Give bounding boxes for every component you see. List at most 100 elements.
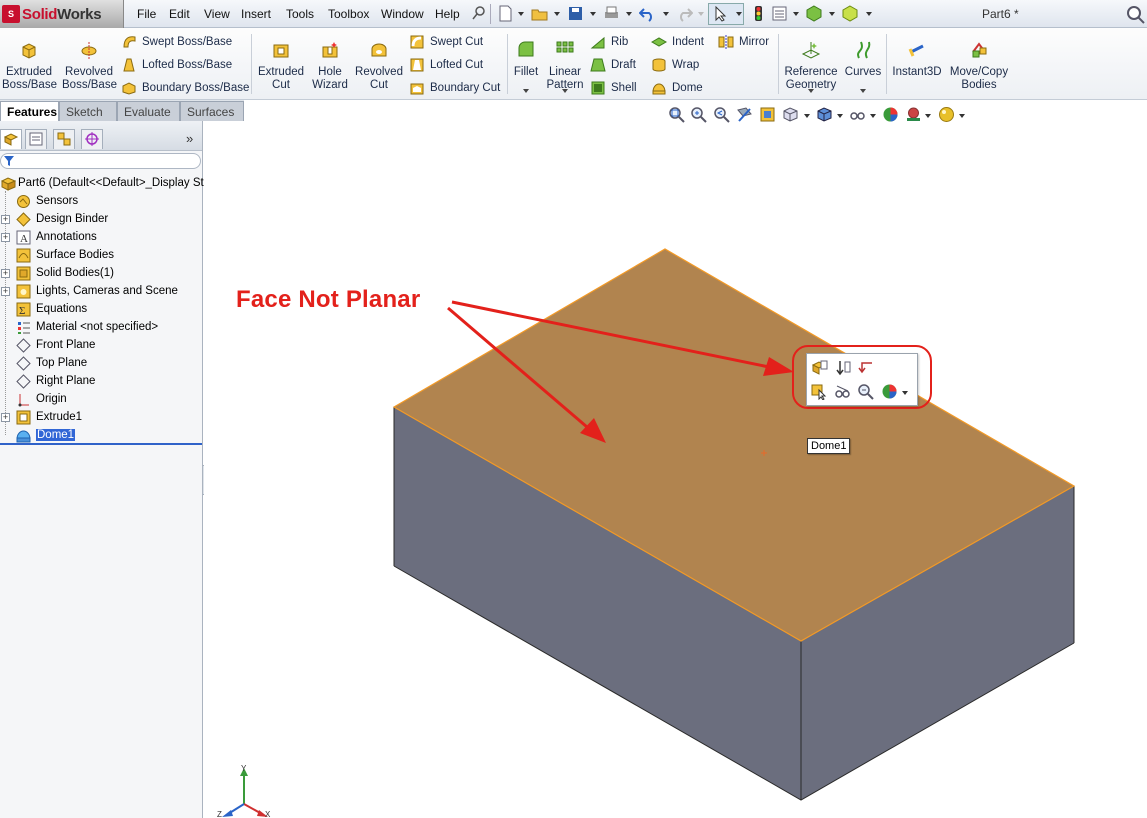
menu-file[interactable]: File <box>137 7 156 21</box>
tree-item-solid-bodies-1[interactable]: + Solid Bodies(1) <box>0 264 202 282</box>
expand-panel-icon[interactable]: » <box>186 131 193 146</box>
hide-show-dropdown-icon[interactable] <box>870 114 876 118</box>
section-view-icon[interactable] <box>736 106 753 123</box>
tree-item-dome1[interactable]: Dome1 <box>0 426 202 444</box>
revolved-cut-button[interactable]: Revolved Cut <box>353 32 405 92</box>
dome-button[interactable]: Dome <box>651 78 703 98</box>
open-dropdown-icon[interactable] <box>554 12 560 16</box>
save-dropdown-icon[interactable] <box>590 12 596 16</box>
undo-dropdown-icon[interactable] <box>663 12 669 16</box>
boundary-boss-button[interactable]: Boundary Boss/Base <box>121 78 249 98</box>
tree-item-design-binder[interactable]: + Design Binder <box>0 210 202 228</box>
tree-filter-input[interactable] <box>0 153 201 169</box>
expand-toggle-icon[interactable]: + <box>1 232 10 242</box>
lofted-boss-button[interactable]: Lofted Boss/Base <box>121 55 232 75</box>
reference-geometry-dropdown-icon[interactable] <box>808 89 814 93</box>
menu-window[interactable]: Window <box>381 7 424 21</box>
curves-button[interactable]: Curves <box>842 32 884 79</box>
select-other-icon[interactable] <box>811 383 828 400</box>
save-icon[interactable] <box>567 5 584 22</box>
tab-surfaces[interactable]: Surfaces <box>180 101 244 121</box>
shell-button[interactable]: Shell <box>590 78 637 98</box>
pushpin-icon[interactable] <box>470 5 487 22</box>
revolved-boss-button[interactable]: Revolved Boss/Base <box>62 32 117 92</box>
view-settings-icon[interactable] <box>938 106 955 123</box>
print-dropdown-icon[interactable] <box>626 12 632 16</box>
tab-evaluate[interactable]: Evaluate <box>117 101 180 121</box>
open-folder-icon[interactable] <box>531 5 548 22</box>
tree-item-surface-bodies[interactable]: Surface Bodies <box>0 246 202 264</box>
solidworks-logo[interactable]: S SolidWorks <box>0 0 124 28</box>
pattern-dropdown-icon[interactable] <box>562 89 568 93</box>
zoom-to-area-icon[interactable] <box>690 106 707 123</box>
hide-show-items-icon[interactable] <box>849 106 866 123</box>
lofted-cut-button[interactable]: Lofted Cut <box>409 55 483 75</box>
hole-wizard-button[interactable]: Hole Wizard <box>308 32 352 92</box>
display-style-icon[interactable] <box>816 106 833 123</box>
graphics-area[interactable] <box>204 121 1147 818</box>
menu-insert[interactable]: Insert <box>241 7 271 21</box>
expand-toggle-icon[interactable]: + <box>1 286 10 296</box>
new-dropdown-icon[interactable] <box>518 12 524 16</box>
instant3d-button[interactable]: Instant3D <box>889 32 945 79</box>
dynamic-annotation-icon[interactable] <box>759 106 776 123</box>
scene-dropdown-icon[interactable] <box>925 114 931 118</box>
appearance-icon[interactable] <box>881 383 898 400</box>
print-icon[interactable] <box>603 5 620 22</box>
edit-appearance-icon[interactable] <box>882 106 899 123</box>
rollback-icon[interactable] <box>835 359 852 376</box>
swept-boss-button[interactable]: Swept Boss/Base <box>121 32 232 52</box>
previous-view-icon[interactable] <box>713 106 730 123</box>
rebuild-icon[interactable] <box>750 5 767 22</box>
fillet-dropdown-icon[interactable] <box>523 89 529 93</box>
view-orientation-dropdown-icon[interactable] <box>804 114 810 118</box>
tree-item-front-plane[interactable]: Front Plane <box>0 336 202 354</box>
reference-geometry-button[interactable]: Reference Geometry <box>781 32 841 92</box>
property-manager-tab[interactable] <box>25 129 47 149</box>
select-button[interactable] <box>708 3 744 25</box>
parent-child-icon[interactable] <box>858 359 875 376</box>
tree-item-annotations[interactable]: + A Annotations <box>0 228 202 246</box>
move-copy-bodies-button[interactable]: Move/Copy Bodies <box>947 32 1011 92</box>
extruded-boss-button[interactable]: Extruded Boss/Base <box>2 32 57 92</box>
indent-button[interactable]: Indent <box>651 32 704 52</box>
extruded-cut-button[interactable]: Extruded Cut <box>255 32 307 92</box>
draft-button[interactable]: Draft <box>590 55 636 75</box>
options-icon[interactable] <box>806 5 823 22</box>
rib-button[interactable]: Rib <box>590 32 628 52</box>
undo-icon[interactable] <box>639 5 656 22</box>
tab-features[interactable]: Features <box>0 101 59 121</box>
expand-toggle-icon[interactable]: + <box>1 214 10 224</box>
menu-toolbox[interactable]: Toolbox <box>328 7 369 21</box>
tree-item-sensors[interactable]: Sensors <box>0 192 202 210</box>
appearance-dropdown-icon[interactable] <box>902 391 908 395</box>
addins-dropdown-icon[interactable] <box>866 12 872 16</box>
addins-icon[interactable] <box>842 5 859 22</box>
display-style-dropdown-icon[interactable] <box>837 114 843 118</box>
expand-toggle-icon[interactable]: + <box>1 268 10 278</box>
hide-icon[interactable] <box>834 383 851 400</box>
dimxpert-tab[interactable] <box>81 129 103 149</box>
tab-sketch[interactable]: Sketch <box>59 101 117 121</box>
expand-toggle-icon[interactable]: + <box>1 412 10 422</box>
zoom-to-fit-icon[interactable] <box>668 106 685 123</box>
tree-item-equations[interactable]: Σ Equations <box>0 300 202 318</box>
linear-pattern-button[interactable]: Linear Pattern <box>545 32 585 92</box>
configuration-manager-tab[interactable] <box>53 129 75 149</box>
mirror-button[interactable]: Mirror <box>718 32 769 52</box>
boundary-cut-button[interactable]: Boundary Cut <box>409 78 500 98</box>
zoom-to-selection-icon[interactable] <box>857 383 874 400</box>
edit-feature-icon[interactable] <box>811 359 828 376</box>
tree-item-lights-cameras-and-scene[interactable]: + Lights, Cameras and Scene <box>0 282 202 300</box>
file-properties-icon[interactable] <box>771 5 788 22</box>
rollback-bar[interactable] <box>0 443 202 445</box>
view-settings-dropdown-icon[interactable] <box>959 114 965 118</box>
apply-scene-icon[interactable] <box>905 106 922 123</box>
swept-cut-button[interactable]: Swept Cut <box>409 32 483 52</box>
menu-tools[interactable]: Tools <box>286 7 314 21</box>
view-orientation-icon[interactable] <box>782 106 799 123</box>
menu-help[interactable]: Help <box>435 7 460 21</box>
tree-item-origin[interactable]: Origin <box>0 390 202 408</box>
tree-item-top-plane[interactable]: Top Plane <box>0 354 202 372</box>
menu-view[interactable]: View <box>204 7 230 21</box>
